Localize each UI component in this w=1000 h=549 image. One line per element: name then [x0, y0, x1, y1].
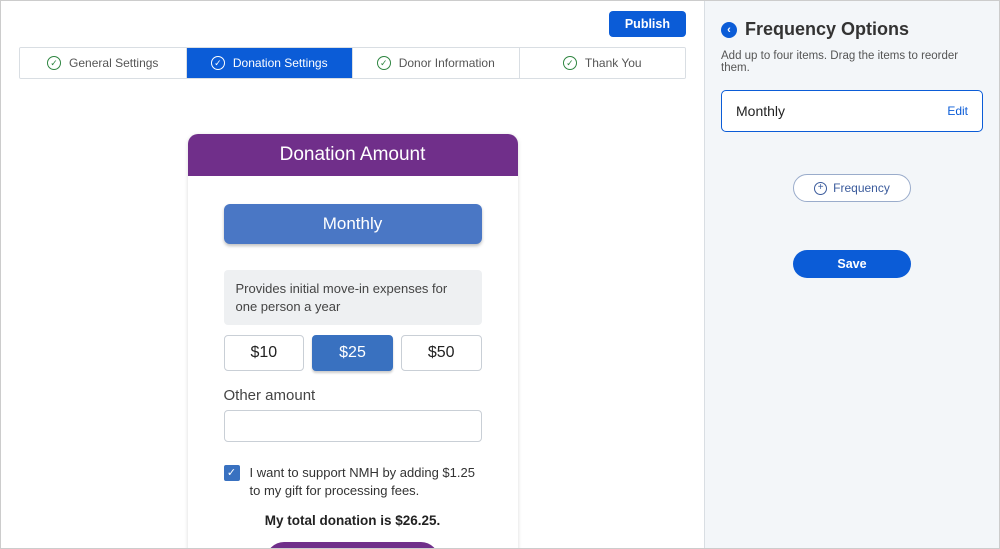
check-icon: ✓ [211, 56, 225, 70]
publish-button[interactable]: Publish [609, 11, 686, 37]
payment-details-button[interactable]: Payment Details → [266, 542, 439, 548]
step-donor-information[interactable]: ✓ Donor Information [353, 48, 520, 78]
amount-option-25[interactable]: $25 [312, 335, 393, 371]
step-nav: ✓ General Settings ✓ Donation Settings ✓… [19, 47, 686, 79]
add-frequency-button[interactable]: + Frequency [793, 174, 911, 202]
main-panel: Publish ✓ General Settings ✓ Donation Se… [1, 1, 704, 548]
check-icon: ✓ [377, 56, 391, 70]
step-donation-settings[interactable]: ✓ Donation Settings [187, 48, 354, 78]
step-thank-you[interactable]: ✓ Thank You [520, 48, 686, 78]
step-label: Donation Settings [233, 56, 328, 70]
frequency-item[interactable]: Monthly Edit [721, 90, 983, 132]
step-general-settings[interactable]: ✓ General Settings [20, 48, 187, 78]
side-panel: ‹ Frequency Options Add up to four items… [704, 1, 999, 548]
check-icon: ✓ [47, 56, 61, 70]
amount-description: Provides initial move-in expenses for on… [224, 270, 482, 325]
amount-option-10[interactable]: $10 [224, 335, 305, 371]
frequency-item-label: Monthly [736, 103, 785, 119]
frequency-item-edit[interactable]: Edit [947, 104, 968, 118]
other-amount-label: Other amount [224, 387, 482, 404]
plus-icon: + [814, 182, 827, 195]
step-label: General Settings [69, 56, 158, 70]
card-title: Donation Amount [188, 134, 518, 176]
other-amount-input[interactable] [224, 410, 482, 442]
step-label: Donor Information [399, 56, 495, 70]
add-frequency-label: Frequency [833, 181, 890, 195]
processing-fee-text: I want to support NMH by adding $1.25 to… [250, 464, 482, 499]
back-icon[interactable]: ‹ [721, 22, 737, 38]
total-line: My total donation is $26.25. [224, 513, 482, 528]
side-panel-title: Frequency Options [745, 19, 909, 40]
side-panel-subtitle: Add up to four items. Drag the items to … [721, 50, 983, 74]
frequency-pill[interactable]: Monthly [224, 204, 482, 244]
step-label: Thank You [585, 56, 642, 70]
amount-option-50[interactable]: $50 [401, 335, 482, 371]
save-button[interactable]: Save [793, 250, 911, 278]
donation-card: Donation Amount Monthly Provides initial… [188, 134, 518, 548]
processing-fee-checkbox[interactable]: ✓ [224, 465, 240, 481]
check-icon: ✓ [563, 56, 577, 70]
